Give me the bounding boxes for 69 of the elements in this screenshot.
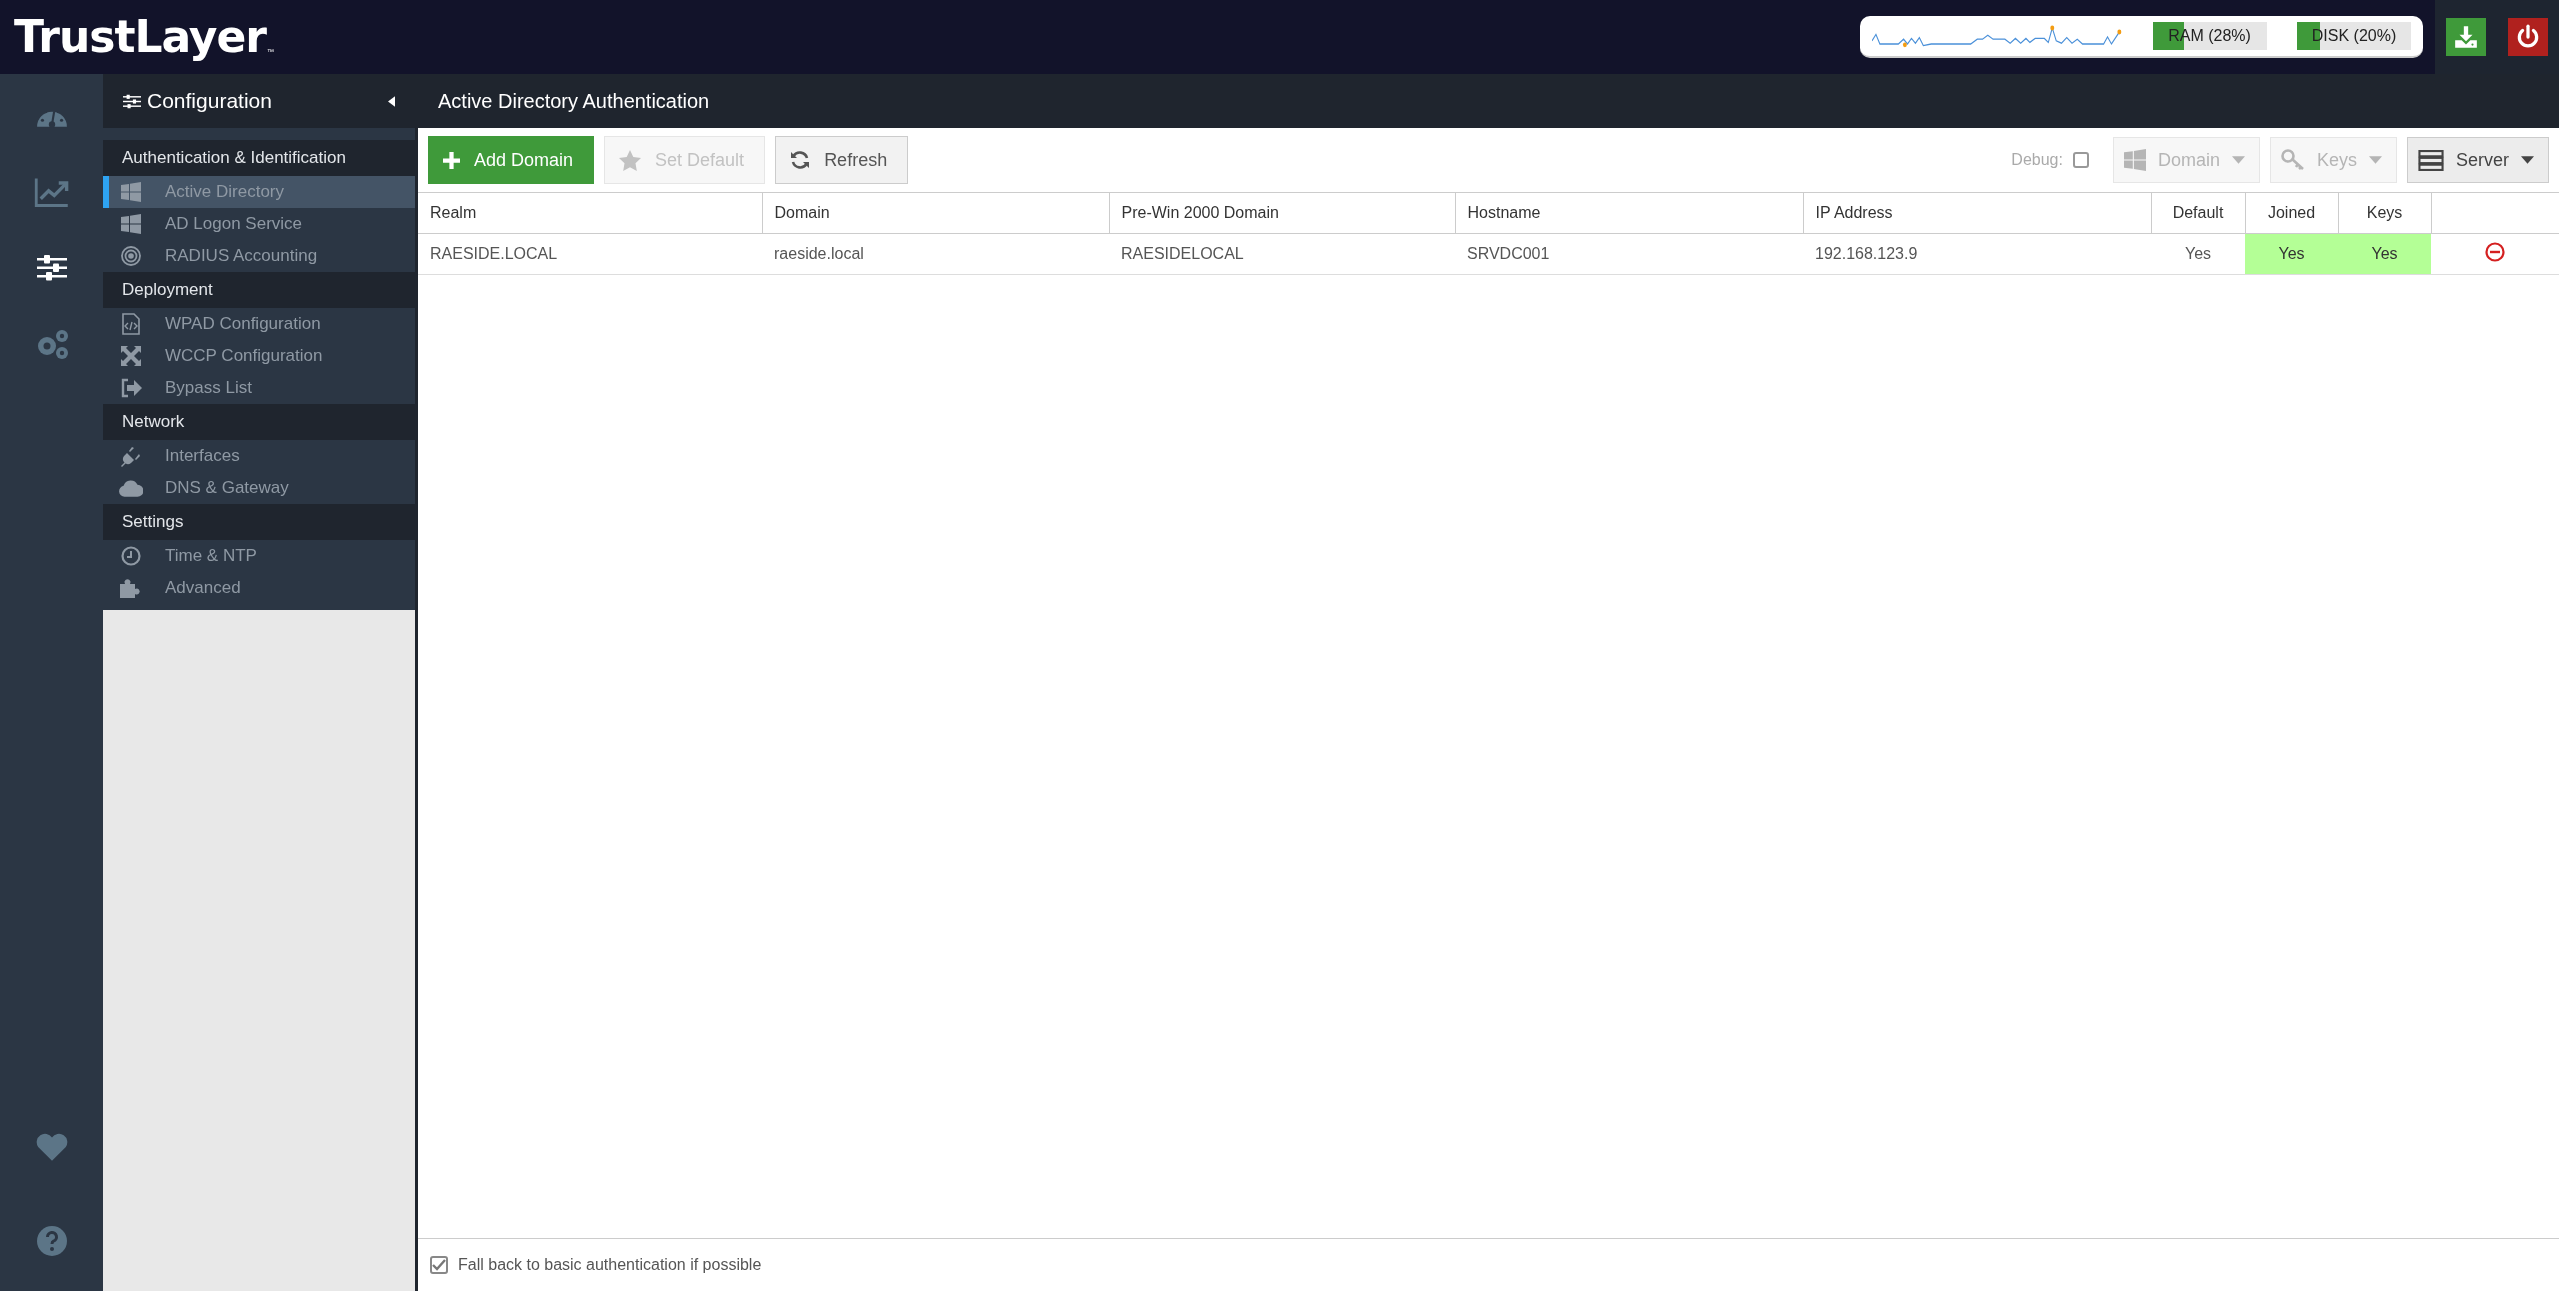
windows-icon xyxy=(121,214,141,234)
sign-out-icon xyxy=(120,378,142,398)
sliders-icon xyxy=(36,255,67,281)
caret-down-icon xyxy=(2369,156,2382,164)
column-header[interactable]: Domain xyxy=(762,193,1109,234)
windows-icon xyxy=(121,182,141,202)
caret-down-icon xyxy=(2521,156,2534,164)
nav-item[interactable]: Bypass List xyxy=(103,372,415,404)
panel-title: Configuration xyxy=(147,89,273,113)
line-chart-icon xyxy=(33,176,70,208)
key-icon xyxy=(2280,149,2305,171)
column-header[interactable]: Hostname xyxy=(1455,193,1803,234)
server-dropdown[interactable]: Server xyxy=(2407,137,2549,183)
table-cell: 192.168.123.9 xyxy=(1803,233,2151,275)
power-button[interactable] xyxy=(2508,18,2548,56)
sliders-icon xyxy=(123,93,141,109)
nav-item[interactable]: Interfaces xyxy=(103,440,415,472)
table-cell: RAESIDELOCAL xyxy=(1109,233,1455,275)
refresh-icon xyxy=(790,150,811,170)
table-cell: RAESIDE.LOCAL xyxy=(418,233,762,275)
section-header: Authentication & Identification xyxy=(103,140,415,176)
refresh-button[interactable]: Refresh xyxy=(775,136,909,184)
debug-label: Debug: xyxy=(2011,151,2063,169)
target-icon xyxy=(121,246,141,266)
cloud-icon xyxy=(119,479,143,497)
nav-item[interactable]: Time & NTP xyxy=(103,540,415,572)
nav-item[interactable]: Active Directory xyxy=(103,176,415,208)
star-icon xyxy=(619,149,642,171)
debug-checkbox[interactable] xyxy=(2072,152,2089,168)
column-header[interactable]: Pre-Win 2000 Domain xyxy=(1109,193,1455,234)
add-domain-button[interactable]: Add Domain xyxy=(428,136,595,184)
fallback-checkbox[interactable] xyxy=(430,1256,448,1274)
power-icon xyxy=(2515,24,2541,50)
clock-icon xyxy=(121,546,141,566)
nav-item[interactable]: WCCP Configuration xyxy=(103,340,415,372)
caret-down-icon xyxy=(2231,156,2245,164)
code-file-icon xyxy=(122,313,140,335)
section-header: Network xyxy=(103,404,415,440)
expand-arrows-icon xyxy=(121,346,141,366)
nav-item[interactable]: DNS & Gateway xyxy=(103,472,415,504)
table-cell: raeside.local xyxy=(762,233,1109,275)
section-header: Deployment xyxy=(103,272,415,308)
nav-item[interactable]: RADIUS Accounting xyxy=(103,240,415,272)
remove-button[interactable] xyxy=(2485,242,2505,262)
fallback-label: Fall back to basic authentication if possible xyxy=(458,1256,762,1274)
column-header[interactable]: Joined xyxy=(2245,193,2338,234)
section-header: Settings xyxy=(103,504,415,540)
windows-icon xyxy=(2123,149,2146,171)
column-header[interactable]: Default xyxy=(2151,193,2245,234)
nav-item[interactable]: WPAD Configuration xyxy=(103,308,415,340)
download-icon xyxy=(2453,24,2479,50)
server-icon xyxy=(2418,149,2444,171)
puzzle-icon xyxy=(120,578,142,598)
column-header[interactable]: Keys xyxy=(2338,193,2431,234)
nav-item[interactable]: AD Logon Service xyxy=(103,208,415,240)
download-button[interactable] xyxy=(2446,18,2486,56)
column-header[interactable]: IP Address xyxy=(1803,193,2151,234)
plus-icon xyxy=(443,151,460,169)
help-icon xyxy=(36,1226,67,1256)
heart-icon xyxy=(34,1132,69,1162)
nav-item[interactable]: Advanced xyxy=(103,572,415,604)
page-title: Active Directory Authentication xyxy=(438,89,710,113)
plug-icon xyxy=(120,445,142,467)
table-cell: Yes xyxy=(2338,233,2431,275)
minus-circle-icon xyxy=(2485,242,2505,262)
column-header[interactable]: Realm xyxy=(418,193,762,234)
table-cell: SRVDC001 xyxy=(1455,233,1803,275)
table-cell: Yes xyxy=(2245,233,2338,275)
caret-left-icon xyxy=(388,95,395,107)
